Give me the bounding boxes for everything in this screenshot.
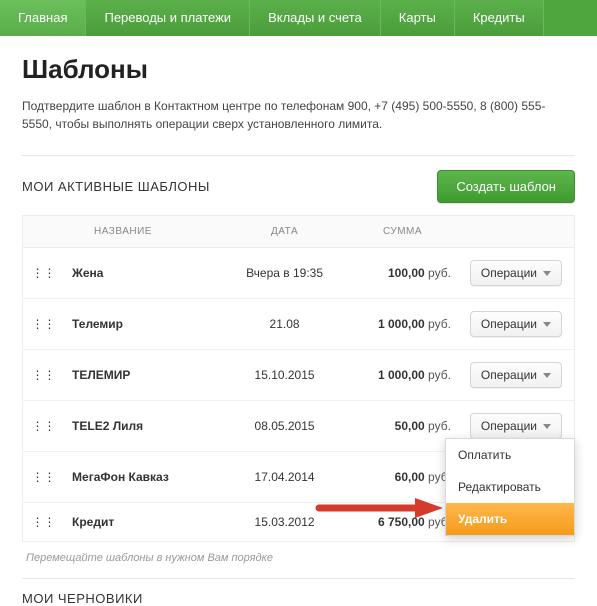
operations-button[interactable]: Операции: [470, 362, 562, 388]
template-sum: 100,00 руб.: [346, 248, 459, 299]
template-sum: 50,00 руб.: [346, 401, 459, 452]
drafts-title: МОИ ЧЕРНОВИКИ: [22, 578, 575, 606]
chevron-down-icon: [543, 322, 551, 327]
create-template-button[interactable]: Создать шаблон: [437, 170, 575, 203]
nav-credits[interactable]: Кредиты: [455, 0, 544, 36]
col-sum: СУММА: [346, 216, 459, 248]
template-date: 21.08: [223, 299, 346, 350]
template-name: TELE2 Лиля: [64, 401, 223, 452]
template-date: Вчера в 19:35: [223, 248, 346, 299]
page-title: Шаблоны: [22, 54, 575, 85]
drag-handle-icon[interactable]: ⋮⋮: [23, 350, 65, 401]
nav-payments[interactable]: Переводы и платежи: [86, 0, 250, 36]
template-name: ТЕЛЕМИР: [64, 350, 223, 401]
drag-handle-icon[interactable]: ⋮⋮: [23, 503, 65, 542]
main-nav: Главная Переводы и платежи Вклады и счет…: [0, 0, 597, 36]
operations-button[interactable]: Операции: [470, 260, 562, 286]
page-info: Подтвердите шаблон в Контактном центре п…: [22, 97, 575, 133]
template-name: Жена: [64, 248, 223, 299]
table-row: ⋮⋮Телемир21.081 000,00 руб. Операции: [23, 299, 575, 350]
template-name: МегаФон Кавказ: [64, 452, 223, 503]
drag-handle-icon[interactable]: ⋮⋮: [23, 401, 65, 452]
template-name: Телемир: [64, 299, 223, 350]
template-date: 17.04.2014: [223, 452, 346, 503]
chevron-down-icon: [543, 424, 551, 429]
operations-button[interactable]: Операции: [470, 311, 562, 337]
template-sum: 60,00 руб.: [346, 452, 459, 503]
nav-home[interactable]: Главная: [0, 0, 86, 36]
drag-handle-icon[interactable]: ⋮⋮: [23, 452, 65, 503]
nav-cards[interactable]: Карты: [381, 0, 455, 36]
drag-handle-icon[interactable]: ⋮⋮: [23, 299, 65, 350]
template-date: 08.05.2015: [223, 401, 346, 452]
template-sum: 1 000,00 руб.: [346, 299, 459, 350]
col-date: ДАТА: [223, 216, 346, 248]
drag-handle-icon[interactable]: ⋮⋮: [23, 248, 65, 299]
table-row: ⋮⋮ЖенаВчера в 19:35100,00 руб. Операции: [23, 248, 575, 299]
operations-button[interactable]: Операции: [470, 413, 562, 439]
chevron-down-icon: [543, 373, 551, 378]
drag-hint: Перемещайте шаблоны в нужном Вам порядке: [26, 552, 575, 564]
template-sum: 1 000,00 руб.: [346, 350, 459, 401]
dropdown-edit[interactable]: Редактировать: [446, 471, 574, 503]
dropdown-pay[interactable]: Оплатить: [446, 439, 574, 471]
operations-dropdown: Оплатить Редактировать Удалить: [445, 438, 575, 536]
nav-deposits[interactable]: Вклады и счета: [250, 0, 381, 36]
active-templates-title: МОИ АКТИВНЫЕ ШАБЛОНЫ: [22, 179, 210, 194]
template-date: 15.10.2015: [223, 350, 346, 401]
annotation-arrow-icon: [315, 496, 445, 520]
table-row: ⋮⋮ТЕЛЕМИР15.10.20151 000,00 руб. Операции: [23, 350, 575, 401]
col-name: НАЗВАНИЕ: [64, 216, 223, 248]
dropdown-delete[interactable]: Удалить: [446, 503, 574, 535]
chevron-down-icon: [543, 271, 551, 276]
template-name: Кредит: [64, 503, 223, 542]
